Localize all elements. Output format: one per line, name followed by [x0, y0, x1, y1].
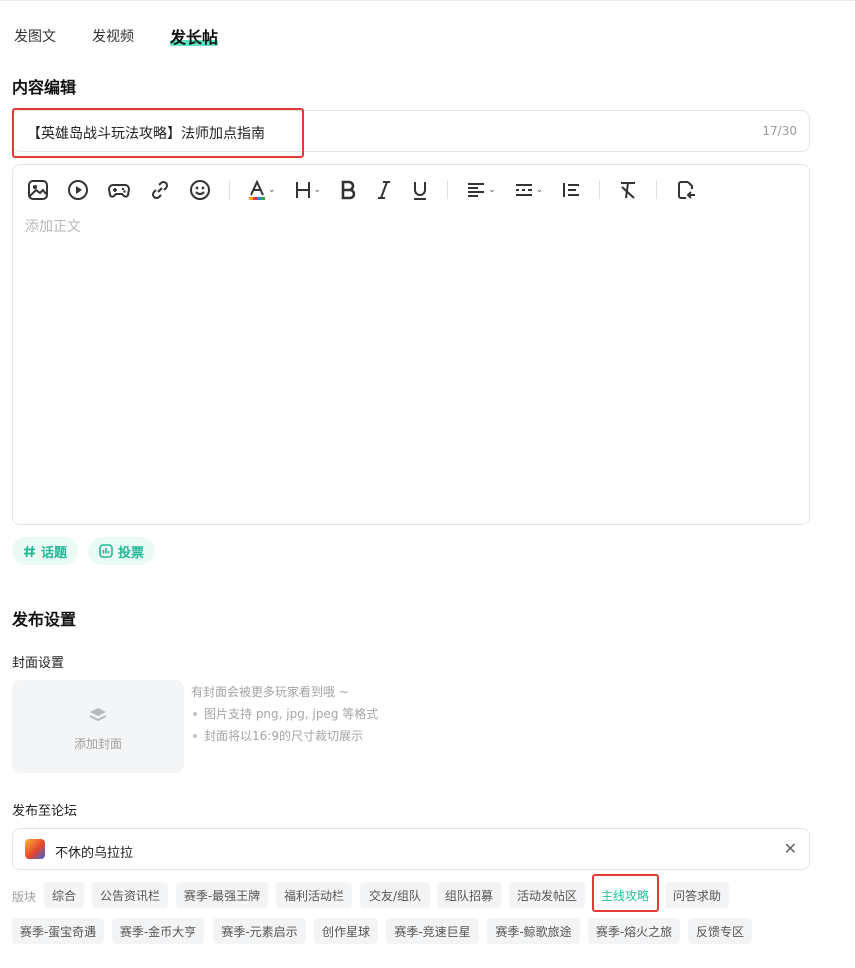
chevron-down-icon: ⌄ [313, 185, 322, 195]
add-cover-label: 添加封面 [73, 737, 122, 751]
close-icon[interactable]: ✕ [784, 839, 797, 858]
cover-tip: 图片支持 png, jpg, jpeg 等格式 [204, 707, 379, 721]
hashtag-icon [24, 545, 35, 557]
chevron-down-icon: ⌄ [488, 185, 496, 195]
tab-long-post[interactable]: 发长帖 [170, 24, 219, 48]
board-tag[interactable]: 福利活动栏 [276, 882, 352, 908]
board-tag[interactable]: 赛季-金币大亨 [112, 918, 204, 944]
chevron-down-icon: ⌄ [268, 185, 276, 195]
gamepad-icon[interactable] [107, 177, 131, 203]
tab-video[interactable]: 发视频 [92, 26, 134, 46]
heading-icon[interactable]: ⌄ [294, 177, 322, 203]
board-tag[interactable]: 组队招募 [437, 882, 501, 908]
link-icon[interactable] [149, 177, 171, 203]
add-cover-button[interactable]: 添加封面 [12, 680, 184, 773]
toolbar-separator [599, 181, 601, 199]
board-tag[interactable]: 赛季-蛋宝奇遇 [12, 918, 104, 944]
highlight-title-box [12, 108, 304, 158]
highlight-main-guide [592, 874, 659, 912]
bold-icon[interactable] [339, 177, 357, 203]
content-section-title: 内容编辑 [12, 78, 77, 97]
chevron-down-icon: ⌄ [535, 185, 544, 195]
cover-tip: 封面将以16:9的尺寸裁切展示 [204, 729, 363, 743]
board-tag[interactable]: 反馈专区 [688, 918, 752, 944]
line-spacing-icon[interactable]: ⌄ [514, 177, 544, 203]
toolbar-separator [656, 181, 658, 199]
clear-format-icon[interactable] [618, 177, 638, 203]
board-tag[interactable]: 赛季-元素启示 [213, 918, 306, 944]
image-icon[interactable] [27, 177, 49, 203]
bullet-icon [193, 711, 197, 716]
vote-label: 投票 [118, 545, 145, 561]
top-divider [0, 0, 855, 1]
undo-icon[interactable] [675, 177, 697, 203]
forum-avatar [25, 839, 45, 859]
post-type-tabs: 发图文 发视频 发长帖 [14, 24, 254, 48]
cover-tip-row: 图片支持 png, jpg, jpeg 等格式 [191, 703, 378, 725]
vote-icon [99, 544, 113, 558]
forum-selector[interactable]: 不休的乌拉拉 ✕ [12, 828, 810, 870]
publish-section-title: 发布设置 [12, 610, 77, 629]
toolbar-separator [447, 181, 449, 199]
board-tag[interactable]: 赛季-熔火之旅 [588, 918, 680, 944]
topic-label: 话题 [41, 545, 68, 561]
emoji-icon[interactable] [189, 177, 211, 203]
cover-tip: 有封面会被更多玩家看到哦 ~ [191, 685, 349, 699]
align-icon[interactable]: ⌄ [466, 177, 496, 203]
board-tag[interactable]: 创作星球 [314, 918, 378, 944]
board-tag[interactable]: 综合 [44, 882, 84, 908]
video-icon[interactable] [67, 177, 89, 203]
board-tag[interactable]: 赛季-鲸歌旅途 [487, 918, 580, 944]
cover-settings-label: 封面设置 [12, 656, 65, 671]
tab-image-text[interactable]: 发图文 [14, 26, 56, 46]
text-color-icon[interactable]: ⌄ [248, 177, 276, 203]
board-tag[interactable]: 交友/组队 [360, 882, 430, 908]
board-tag[interactable]: 赛季-竞速巨星 [386, 918, 479, 944]
toolbar-separator [229, 181, 230, 199]
italic-icon[interactable] [375, 177, 393, 203]
bullet-icon [193, 733, 197, 738]
board-tag[interactable]: 活动发帖区 [509, 882, 585, 908]
layers-icon [89, 708, 107, 722]
list-icon[interactable] [561, 177, 581, 203]
editor-toolbar: ⌄ ⌄ ⌄ ⌄ [27, 177, 715, 203]
cover-tip-row: 封面将以16:9的尺寸裁切展示 [191, 725, 378, 747]
forum-name: 不休的乌拉拉 [55, 846, 134, 861]
forum-label: 发布至论坛 [12, 804, 78, 819]
vote-button[interactable]: 投票 [88, 537, 156, 565]
board-tag[interactable]: 问答求助 [665, 882, 729, 908]
board-label: 版块 [12, 890, 37, 904]
cover-tips: 有封面会被更多玩家看到哦 ~ 图片支持 png, jpg, jpeg 等格式 封… [191, 681, 378, 747]
title-char-count: 17/30 [762, 124, 797, 138]
board-tag[interactable]: 公告资讯栏 [92, 882, 168, 908]
body-placeholder: 添加正文 [25, 219, 81, 235]
topic-button[interactable]: 话题 [12, 537, 79, 565]
board-tag[interactable]: 赛季-最强王牌 [176, 882, 268, 908]
underline-icon[interactable] [411, 177, 429, 203]
body-editor[interactable]: ⌄ ⌄ ⌄ ⌄ 添加正文 [12, 164, 810, 525]
